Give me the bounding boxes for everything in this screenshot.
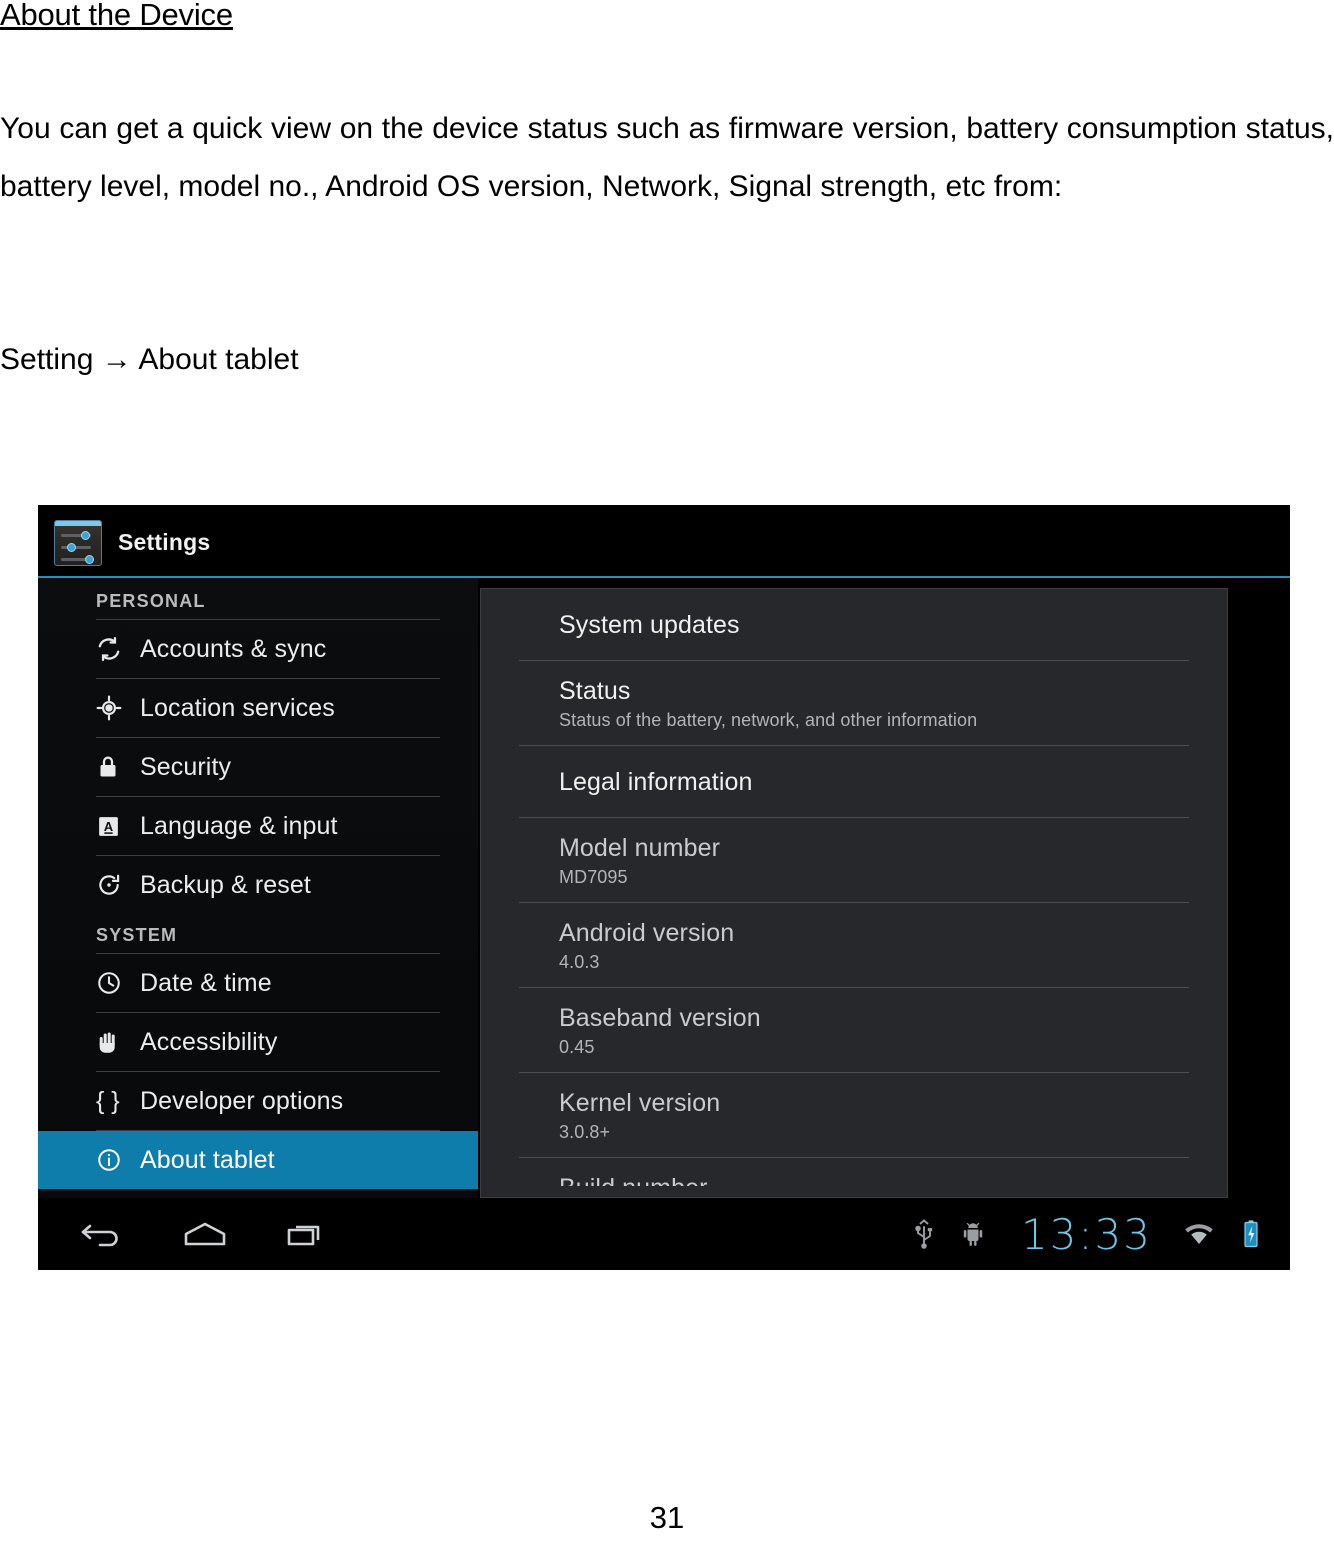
sync-icon xyxy=(96,636,136,662)
back-icon[interactable] xyxy=(80,1219,124,1249)
detail-row-title: Legal information xyxy=(559,768,753,796)
detail-row-kernel-version: Kernel version 3.0.8+ xyxy=(519,1073,1189,1158)
battery-charging-icon xyxy=(1242,1219,1260,1249)
detail-row-value: 4.0.3 xyxy=(559,952,600,972)
detail-row-status[interactable]: Status Status of the battery, network, a… xyxy=(519,661,1189,746)
detail-panel-wrap: System updates Status Status of the batt… xyxy=(478,578,1290,1198)
braces-icon: { } xyxy=(96,1086,120,1115)
sidebar-item-security[interactable]: Security xyxy=(38,738,478,796)
intro-paragraph: You can get a quick view on the device s… xyxy=(0,112,1334,203)
status-tray: 13:33 xyxy=(913,1210,1290,1259)
sidebar-item-language-input[interactable]: A Language & input xyxy=(38,797,478,855)
wifi-icon xyxy=(1182,1221,1216,1247)
detail-row-subtitle: Status of the battery, network, and othe… xyxy=(559,710,978,730)
sidebar-section-header-system: SYSTEM xyxy=(96,925,178,945)
detail-row-title: System updates xyxy=(559,611,740,639)
sidebar-item-backup-reset[interactable]: Backup & reset xyxy=(38,856,478,914)
settings-body: PERSONAL Accounts & sync Location servic… xyxy=(38,578,1290,1198)
sidebar-item-label: Accounts & sync xyxy=(140,634,327,663)
detail-row-value: 0.45 xyxy=(559,1037,595,1057)
detail-row-title: Android version xyxy=(559,919,735,947)
page-title: About the Device xyxy=(0,0,233,32)
sidebar-item-label: About tablet xyxy=(140,1145,275,1174)
sidebar-item-label: Language & input xyxy=(140,811,338,840)
sidebar-item-developer-options[interactable]: { } Developer options xyxy=(38,1072,478,1130)
backup-restore-icon xyxy=(96,872,136,898)
clock-icon xyxy=(96,970,136,996)
settings-sidebar: PERSONAL Accounts & sync Location servic… xyxy=(38,578,478,1198)
sidebar-item-label: Location services xyxy=(140,693,335,722)
lock-icon xyxy=(96,754,136,780)
recent-apps-icon[interactable] xyxy=(286,1219,328,1249)
sidebar-item-date-time[interactable]: Date & time xyxy=(38,954,478,1012)
detail-row-title: Build number xyxy=(559,1174,1189,1186)
detail-row-title: Model number xyxy=(559,834,721,862)
detail-row-value: 3.0.8+ xyxy=(559,1122,611,1142)
svg-text:A: A xyxy=(104,819,114,834)
tablet-screenshot: Settings PERSONAL Accounts & sync Locati… xyxy=(38,505,1290,1270)
system-navigation-bar: 13:33 xyxy=(38,1198,1290,1270)
sidebar-item-accessibility[interactable]: Accessibility xyxy=(38,1013,478,1071)
about-tablet-detail-panel[interactable]: System updates Status Status of the batt… xyxy=(480,588,1228,1198)
detail-row-title: Baseband version xyxy=(559,1004,761,1032)
detail-row-build-number: Build number xyxy=(519,1158,1189,1186)
settings-action-bar: Settings xyxy=(38,505,1290,578)
detail-row-model-number: Model number MD7095 xyxy=(519,818,1189,903)
sidebar-item-label: Security xyxy=(140,752,232,781)
status-clock: 13:33 xyxy=(1020,1209,1152,1259)
sidebar-item-label: Accessibility xyxy=(140,1027,278,1056)
info-circle-icon xyxy=(96,1147,136,1173)
app-title: Settings xyxy=(118,529,211,555)
detail-row-baseband-version: Baseband version 0.45 xyxy=(519,988,1189,1073)
detail-row-system-updates[interactable]: System updates xyxy=(519,589,1189,661)
location-crosshair-icon xyxy=(96,695,136,721)
navigation-path-line: Setting → About tablet xyxy=(0,343,299,376)
sidebar-item-location-services[interactable]: Location services xyxy=(38,679,478,737)
sidebar-section-header-personal: PERSONAL xyxy=(96,591,206,611)
detail-row-android-version: Android version 4.0.3 xyxy=(519,903,1189,988)
sidebar-item-label: Backup & reset xyxy=(140,870,311,899)
nav-buttons xyxy=(38,1219,328,1249)
document-page: About the Device You can get a quick vie… xyxy=(0,0,1334,1561)
page-number: 31 xyxy=(649,1500,685,1535)
language-a-icon: A xyxy=(96,814,136,839)
android-debug-icon xyxy=(961,1220,985,1248)
home-icon[interactable] xyxy=(182,1220,228,1248)
sidebar-item-label: Date & time xyxy=(140,968,272,997)
detail-row-title: Kernel version xyxy=(559,1089,721,1117)
hand-icon xyxy=(96,1029,136,1055)
sidebar-item-about-tablet[interactable]: About tablet xyxy=(38,1131,478,1189)
detail-row-legal-information[interactable]: Legal information xyxy=(519,746,1189,818)
sidebar-item-label: Developer options xyxy=(140,1086,344,1115)
settings-sliders-icon xyxy=(54,520,102,566)
detail-row-value: MD7095 xyxy=(559,867,628,887)
detail-row-title: Status xyxy=(559,677,631,705)
usb-icon xyxy=(913,1219,935,1249)
sidebar-item-accounts-sync[interactable]: Accounts & sync xyxy=(38,620,478,678)
